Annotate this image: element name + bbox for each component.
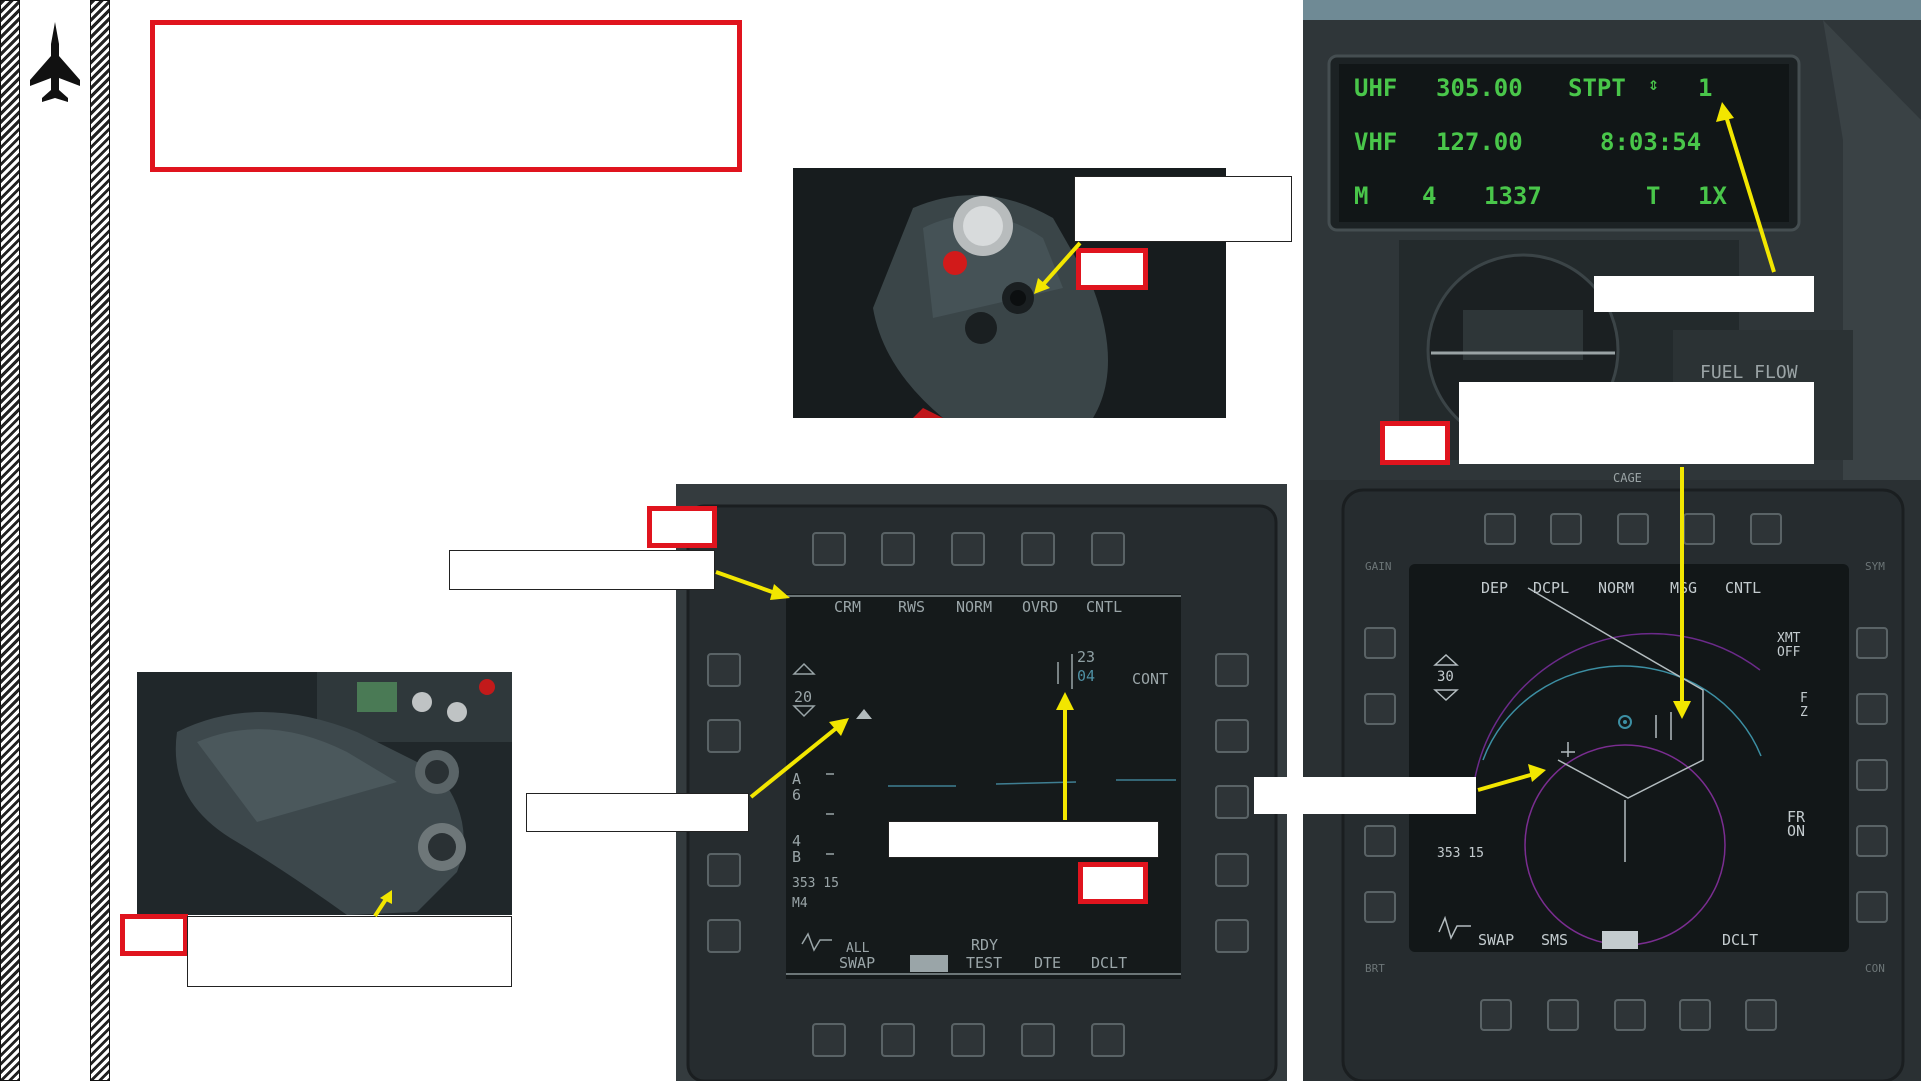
sidebar-hatch-right: [90, 0, 110, 1081]
fcr-range: 20: [794, 688, 812, 706]
throttle-photo: [137, 672, 512, 915]
fcr-mode: M4: [792, 896, 808, 911]
fcr-label-rws: RWS: [898, 598, 925, 616]
fcr-bottom-dte: DTE: [1034, 954, 1061, 972]
fcr-az-top: 23: [1077, 648, 1095, 666]
ded-display: UHF 305.00 STPT ⇕ 1 VHF 127.00 8:03:54 M…: [1352, 70, 1772, 220]
hsd-con: CON: [1865, 962, 1885, 975]
hsd-bottom-dclt: DCLT: [1722, 931, 1758, 949]
fcr-bottom-swap: SWAP: [839, 954, 875, 972]
fcr-arrow-bottom: [1056, 692, 1074, 820]
hsd-bottom-swap: SWAP: [1478, 931, 1514, 949]
hsd-brt: BRT: [1365, 962, 1385, 975]
throttle-red-label-bottom: [120, 914, 188, 956]
fcr-bottom-rdy: RDY: [971, 936, 998, 954]
fcr-az-bottom: 04: [1077, 667, 1095, 685]
title-box: [150, 20, 742, 172]
ded-stpt: STPT: [1568, 74, 1626, 102]
throttle-arrow: [1034, 241, 1082, 294]
hsd-callout-top: [1459, 382, 1814, 464]
ded-vhf-freq: 127.00: [1436, 128, 1523, 156]
fcr-callout-bottom: [888, 821, 1159, 858]
fcr-label-norm: NORM: [956, 598, 992, 616]
hsd-label-dcpl: DCPL: [1533, 579, 1569, 597]
fcr-bottom-dclt: DCLT: [1091, 954, 1127, 972]
hsd-callout-left: [1254, 777, 1476, 814]
ded-t: T: [1646, 182, 1661, 210]
ded-code: 1337: [1484, 182, 1542, 210]
hsd-arrow-top: [1673, 467, 1691, 719]
fcr-callout-top: [449, 550, 715, 590]
jet-icon: [30, 22, 80, 102]
hsd-sym: SYM: [1865, 560, 1885, 573]
hsd-off: OFF: [1777, 645, 1801, 660]
throttle-svg: [137, 672, 512, 915]
fcr-label-ovrd: OVRD: [1022, 598, 1058, 616]
ded-uhf: UHF: [1354, 74, 1398, 102]
fcr-arrow-left: [749, 718, 849, 799]
hsd-on: ON: [1787, 822, 1805, 840]
hsd-xmt: XMT: [1777, 631, 1801, 646]
fcr-callout-left: [526, 793, 749, 832]
gauge-fuel-flow: FUEL FLOW: [1700, 362, 1798, 383]
hsd-heading: 353 15: [1437, 846, 1484, 861]
hsd-f: F: [1800, 691, 1808, 706]
fcr-bottom-test: TEST: [966, 954, 1002, 972]
ded-callout-box: [1594, 276, 1814, 312]
hsd-range: 30: [1437, 669, 1454, 685]
ded-arrow: [1716, 102, 1776, 273]
ded-stpt-num: 1: [1698, 74, 1713, 102]
fcr-arrow-top: [715, 570, 790, 600]
throttle-bottom-arrow: [373, 890, 392, 918]
hsd-gain: GAIN: [1365, 560, 1392, 573]
ded-m: M: [1354, 182, 1369, 210]
hsd-arrow-left: [1477, 764, 1546, 792]
ded-mode: 4: [1422, 182, 1437, 210]
fcr-cont: CONT: [1132, 670, 1168, 688]
hsd-z: Z: [1800, 705, 1808, 720]
hsd-label-cntl: CNTL: [1725, 579, 1761, 597]
ded-updown-icon: ⇕: [1648, 74, 1659, 95]
gauge-cage: CAGE: [1613, 471, 1642, 485]
fcr-label-cntl: CNTL: [1086, 598, 1122, 616]
ded-time: 8:03:54: [1600, 128, 1702, 156]
ded-vhf: VHF: [1354, 128, 1398, 156]
throttle-callout-box: [1074, 176, 1292, 242]
fcr-heading: 353 15: [792, 876, 839, 891]
fcr-red-label-top: [647, 506, 717, 548]
fcr-red-label-bottom: [1078, 862, 1148, 904]
hsd-label-norm: NORM: [1598, 579, 1634, 597]
hsd-red-label: [1380, 421, 1450, 465]
hsd-bottom-sms: SMS: [1541, 931, 1568, 949]
hsd-highlight: [1602, 931, 1638, 949]
fcr-highlight: [910, 955, 948, 972]
fcr-left-b: B: [792, 848, 801, 866]
sidebar-hatch-left: [0, 0, 20, 1081]
ded-uhf-freq: 305.00: [1436, 74, 1523, 102]
hsd-label-dep: DEP: [1481, 579, 1508, 597]
throttle-bottom-callout: [187, 916, 512, 987]
fcr-label-crm: CRM: [834, 598, 861, 616]
